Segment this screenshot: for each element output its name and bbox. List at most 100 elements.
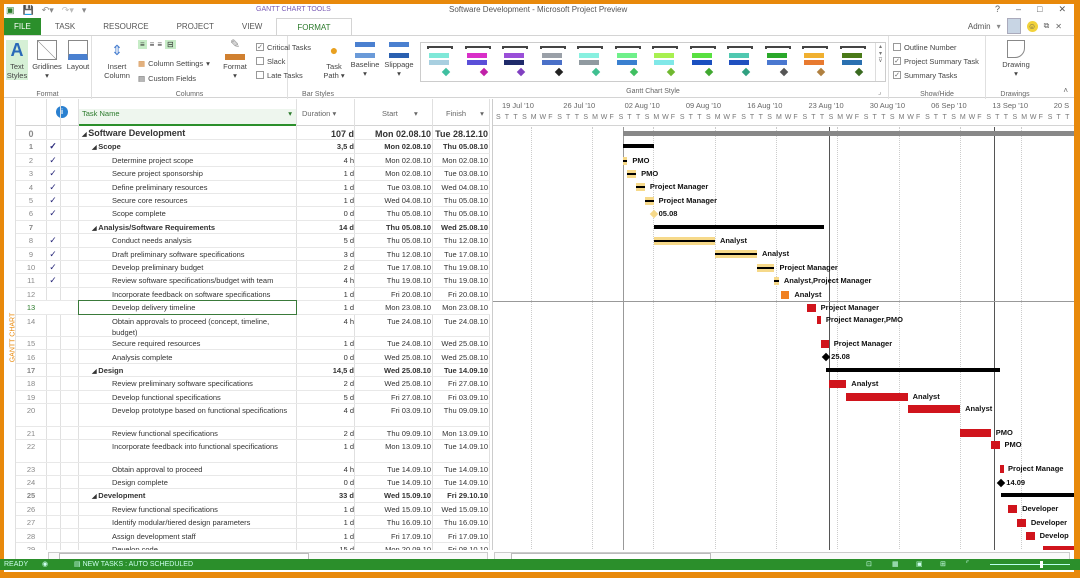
project-summary-checkbox[interactable]: ✓ Project Summary Task	[893, 54, 979, 68]
start-cell[interactable]: Tue 14.09.10	[354, 478, 431, 487]
maximize-icon[interactable]: □	[1037, 4, 1042, 15]
table-row[interactable]: 27 Identify modular/tiered design paramet…	[16, 516, 490, 530]
start-cell[interactable]: Tue 24.08.10	[354, 339, 431, 348]
late-tasks-checkbox[interactable]: Late Tasks	[256, 68, 311, 82]
gallery-scroll[interactable]: ▴ ▾ ⊽	[875, 43, 885, 81]
indicators-info-icon[interactable]: i	[56, 106, 68, 118]
outline-number-box[interactable]	[893, 43, 901, 51]
table-row[interactable]: 14 Obtain approvals to proceed (concept, …	[16, 315, 490, 338]
duration-cell[interactable]: 107 d	[296, 129, 354, 139]
table-row[interactable]: 21 Review functional specifications 2 d Thu…	[16, 427, 490, 440]
task-bar[interactable]	[714, 250, 757, 259]
view-shortcut-sheet-icon[interactable]: ⊞	[940, 559, 946, 570]
table-row[interactable]: 6 ✓ Scope complete 0 d Thu 05.08.10 Thu 05.08…	[16, 207, 490, 221]
format-bar-button[interactable]: ✎ Format ▾	[220, 38, 250, 80]
duration-cell[interactable]: 1 d	[296, 196, 354, 205]
duration-cell[interactable]: 5 d	[296, 236, 354, 245]
task-name-cell[interactable]: ◢ Development	[78, 491, 296, 502]
tab-format[interactable]: FORMAT	[276, 18, 352, 35]
finish-cell[interactable]: Fri 17.09.10	[432, 532, 488, 541]
task-bar[interactable]	[627, 169, 637, 178]
start-cell[interactable]: Tue 24.08.10	[354, 317, 431, 326]
zoom-slider[interactable]	[990, 564, 1070, 565]
finish-cell[interactable]: Fri 03.09.10	[432, 393, 488, 402]
gantt-style-option[interactable]	[575, 46, 605, 78]
duration-cell[interactable]: 3 d	[296, 250, 354, 259]
duration-cell[interactable]: 2 d	[296, 429, 354, 438]
duration-cell[interactable]: 1 d	[296, 532, 354, 541]
start-cell[interactable]: Tue 17.08.10	[354, 263, 431, 272]
customize-qat-icon[interactable]: ▾	[82, 5, 87, 16]
table-row[interactable]: 15 Secure required resources 1 d Tue 24.08.…	[16, 337, 490, 351]
outline-number-checkbox[interactable]: Outline Number	[893, 40, 979, 54]
start-cell[interactable]: Fri 03.09.10	[354, 406, 431, 415]
task-name-cell[interactable]: Obtain approvals to proceed (concept, ti…	[78, 317, 296, 337]
zoom-slider-thumb[interactable]	[1040, 561, 1043, 568]
table-row[interactable]: 25 ◢ Development 33 d Wed 15.09.10 Fri 29.10…	[16, 489, 490, 503]
tab-task[interactable]: TASK	[41, 18, 89, 35]
project-summary-bar[interactable]	[623, 130, 1074, 136]
task-name-cell[interactable]: Obtain approval to proceed	[78, 465, 296, 476]
table-row[interactable]: 10 ✓ Develop preliminary budget 2 d Tue 17.0…	[16, 261, 490, 275]
task-name-cell[interactable]: Scope complete	[78, 209, 296, 220]
summary-bar[interactable]	[653, 224, 825, 229]
baseline-button[interactable]: Baseline ▾	[348, 40, 382, 78]
duration-cell[interactable]: 1 d	[296, 442, 354, 451]
column-header-start[interactable]: Start ▾	[382, 109, 418, 118]
align-center-icon[interactable]: ≡	[150, 40, 155, 49]
table-row[interactable]: 28 Assign development staff 1 d Fri 17.09.1…	[16, 530, 490, 543]
gantt-style-option[interactable]	[650, 46, 680, 78]
duration-cell[interactable]: 15 d	[296, 545, 354, 550]
finish-cell[interactable]: Tue 28.12.10	[432, 129, 488, 139]
duration-cell[interactable]: 1 d	[296, 290, 354, 299]
redo-icon[interactable]: ↷▾	[62, 5, 74, 16]
duration-cell[interactable]: 3,5 d	[296, 142, 354, 151]
column-header-duration[interactable]: Duration ▾	[302, 109, 336, 118]
table-row[interactable]: 23 Obtain approval to proceed 4 h Tue 14.09…	[16, 463, 490, 476]
table-row[interactable]: 3 ✓ Secure project sponsorship 1 d Mon 02.08…	[16, 167, 490, 181]
critical-task-bar[interactable]	[1008, 505, 1018, 514]
finish-cell[interactable]: Tue 14.09.10	[432, 366, 488, 375]
finish-cell[interactable]: Tue 17.08.10	[432, 250, 488, 259]
table-row[interactable]: 9 ✓ Draft preliminary software specificati…	[16, 248, 490, 261]
collapse-ribbon-icon[interactable]: ˄	[1063, 86, 1068, 95]
finish-cell[interactable]: Tue 03.08.10	[432, 169, 488, 178]
task-name-cell[interactable]: Develop functional specifications	[78, 393, 296, 404]
table-row[interactable]: 7 ◢ Analysis/Software Requirements 14 d Thu…	[16, 221, 490, 235]
table-row[interactable]: 0 ◢ Software Development 107 d Mon 02.08.10…	[16, 127, 490, 141]
task-bar[interactable]	[756, 263, 775, 272]
task-bar[interactable]	[653, 236, 715, 245]
gantt-style-option[interactable]	[538, 46, 568, 78]
finish-cell[interactable]: Mon 02.08.10	[432, 156, 488, 165]
finish-cell[interactable]: Tue 14.09.10	[432, 442, 488, 451]
finish-cell[interactable]: Thu 05.08.10	[432, 196, 488, 205]
start-cell[interactable]: Mon 02.08.10	[354, 142, 431, 151]
duration-cell[interactable]: 1 d	[296, 339, 354, 348]
text-styles-button[interactable]: A Text Styles	[6, 40, 28, 80]
finish-cell[interactable]: Tue 14.09.10	[432, 465, 488, 474]
critical-task-bar[interactable]	[806, 303, 816, 312]
gantt-style-option[interactable]	[688, 46, 718, 78]
macro-recording-icon[interactable]: ◉	[42, 559, 48, 570]
finish-cell[interactable]: Thu 16.09.10	[432, 518, 488, 527]
table-row[interactable]: 1 ✓ ◢ Scope 3,5 d Mon 02.08.10 Thu 05.08.10	[16, 140, 490, 154]
task-name-cell[interactable]: Identify modular/tiered design parameter…	[78, 518, 296, 529]
critical-task-bar[interactable]	[820, 339, 829, 348]
duration-cell[interactable]: 4 h	[296, 276, 354, 285]
restore-ribbon-icon[interactable]: ⧉	[1044, 21, 1050, 31]
task-name-cell[interactable]: ◢ Scope	[78, 142, 296, 153]
selected-cell[interactable]	[78, 300, 297, 315]
table-row[interactable]: 16 Analysis complete 0 d Wed 25.08.10 Wed 25…	[16, 351, 490, 364]
start-cell[interactable]: Wed 04.08.10	[354, 196, 431, 205]
finish-cell[interactable]: Fri 08.10.10	[432, 545, 488, 550]
tab-resource[interactable]: RESOURCE	[89, 18, 162, 35]
align-left-icon[interactable]: ≡	[138, 40, 147, 49]
slack-checkbox[interactable]: Slack	[256, 54, 311, 68]
start-cell[interactable]: Thu 05.08.10	[354, 209, 431, 218]
start-cell[interactable]: Wed 15.09.10	[354, 491, 431, 500]
start-cell[interactable]: Wed 25.08.10	[354, 366, 431, 375]
gantt-style-option[interactable]	[800, 46, 830, 78]
task-name-cell[interactable]: Review preliminary software specificatio…	[78, 379, 296, 390]
wrap-text-icon[interactable]: ⊟	[165, 40, 176, 49]
finish-cell[interactable]: Fri 20.08.10	[432, 290, 488, 299]
